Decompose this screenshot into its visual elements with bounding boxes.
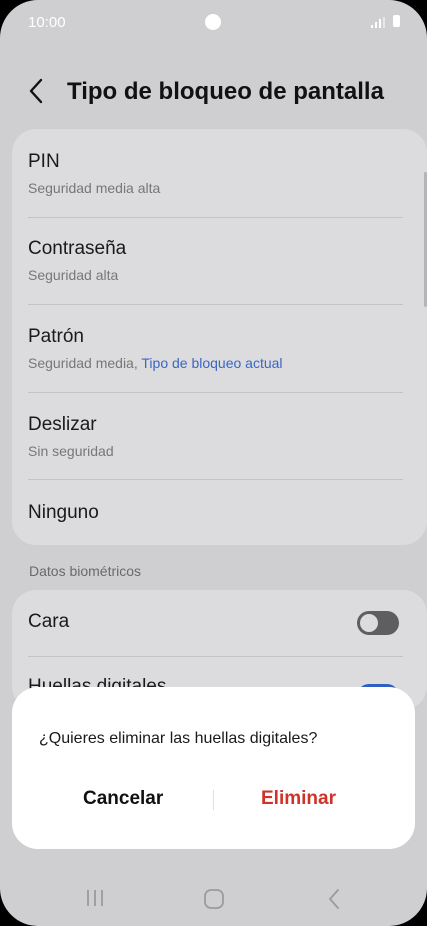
camera-cutout <box>205 14 221 30</box>
option-subtitle: Seguridad media, Tipo de bloqueo actual <box>28 355 403 371</box>
option-title: Contraseña <box>28 238 127 259</box>
delete-fingerprints-dialog: ¿Quieres eliminar las huellas digitales?… <box>12 687 415 849</box>
recent-apps-icon[interactable] <box>85 888 105 908</box>
phone-screen: 10:00 Tipo de bloqueo de pantalla PIN Se… <box>0 0 427 926</box>
navigation-bar <box>0 870 427 926</box>
divider <box>28 392 403 393</box>
divider <box>28 479 403 480</box>
section-header-biometrics: Datos biométricos <box>29 563 142 579</box>
app-header: Tipo de bloqueo de pantalla <box>0 64 427 120</box>
option-title: Patrón <box>28 326 84 347</box>
current-lock-type-label: Tipo de bloqueo actual <box>141 355 283 371</box>
cancel-button[interactable]: Cancelar <box>83 788 163 810</box>
signal-icon <box>371 17 385 28</box>
nav-back-icon[interactable] <box>326 888 342 910</box>
option-subtitle: Seguridad alta <box>28 267 119 283</box>
option-title: PIN <box>28 151 60 172</box>
lock-option-swipe[interactable]: Deslizar Sin seguridad <box>28 414 403 459</box>
option-subtitle-text: Seguridad media, <box>28 355 138 371</box>
button-separator <box>213 790 214 810</box>
home-icon[interactable] <box>203 888 225 910</box>
status-bar: 10:00 <box>0 0 427 44</box>
option-subtitle: Sin seguridad <box>28 443 114 459</box>
face-toggle[interactable] <box>357 611 399 635</box>
delete-button[interactable]: Eliminar <box>261 788 336 810</box>
divider <box>28 656 403 657</box>
divider <box>28 217 403 218</box>
lock-type-list: PIN Seguridad media alta Contraseña Segu… <box>12 129 427 545</box>
page-title: Tipo de bloqueo de pantalla <box>67 78 384 105</box>
option-title: Cara <box>28 611 70 632</box>
toggle-knob <box>360 614 378 632</box>
lock-option-pattern[interactable]: Patrón Seguridad media, Tipo de bloqueo … <box>28 326 403 371</box>
option-title: Ninguno <box>28 502 99 523</box>
lock-option-pin[interactable]: PIN Seguridad media alta <box>28 151 403 196</box>
back-icon[interactable] <box>24 76 50 106</box>
lock-option-password[interactable]: Contraseña Seguridad alta <box>28 238 403 283</box>
option-title: Deslizar <box>28 414 97 435</box>
option-subtitle: Seguridad media alta <box>28 180 161 196</box>
battery-icon <box>393 15 400 27</box>
dialog-message: ¿Quieres eliminar las huellas digitales? <box>39 730 318 747</box>
biometric-face[interactable]: Cara <box>28 611 403 633</box>
lock-option-none[interactable]: Ninguno <box>28 502 403 524</box>
divider <box>28 304 403 305</box>
status-time: 10:00 <box>28 14 66 31</box>
